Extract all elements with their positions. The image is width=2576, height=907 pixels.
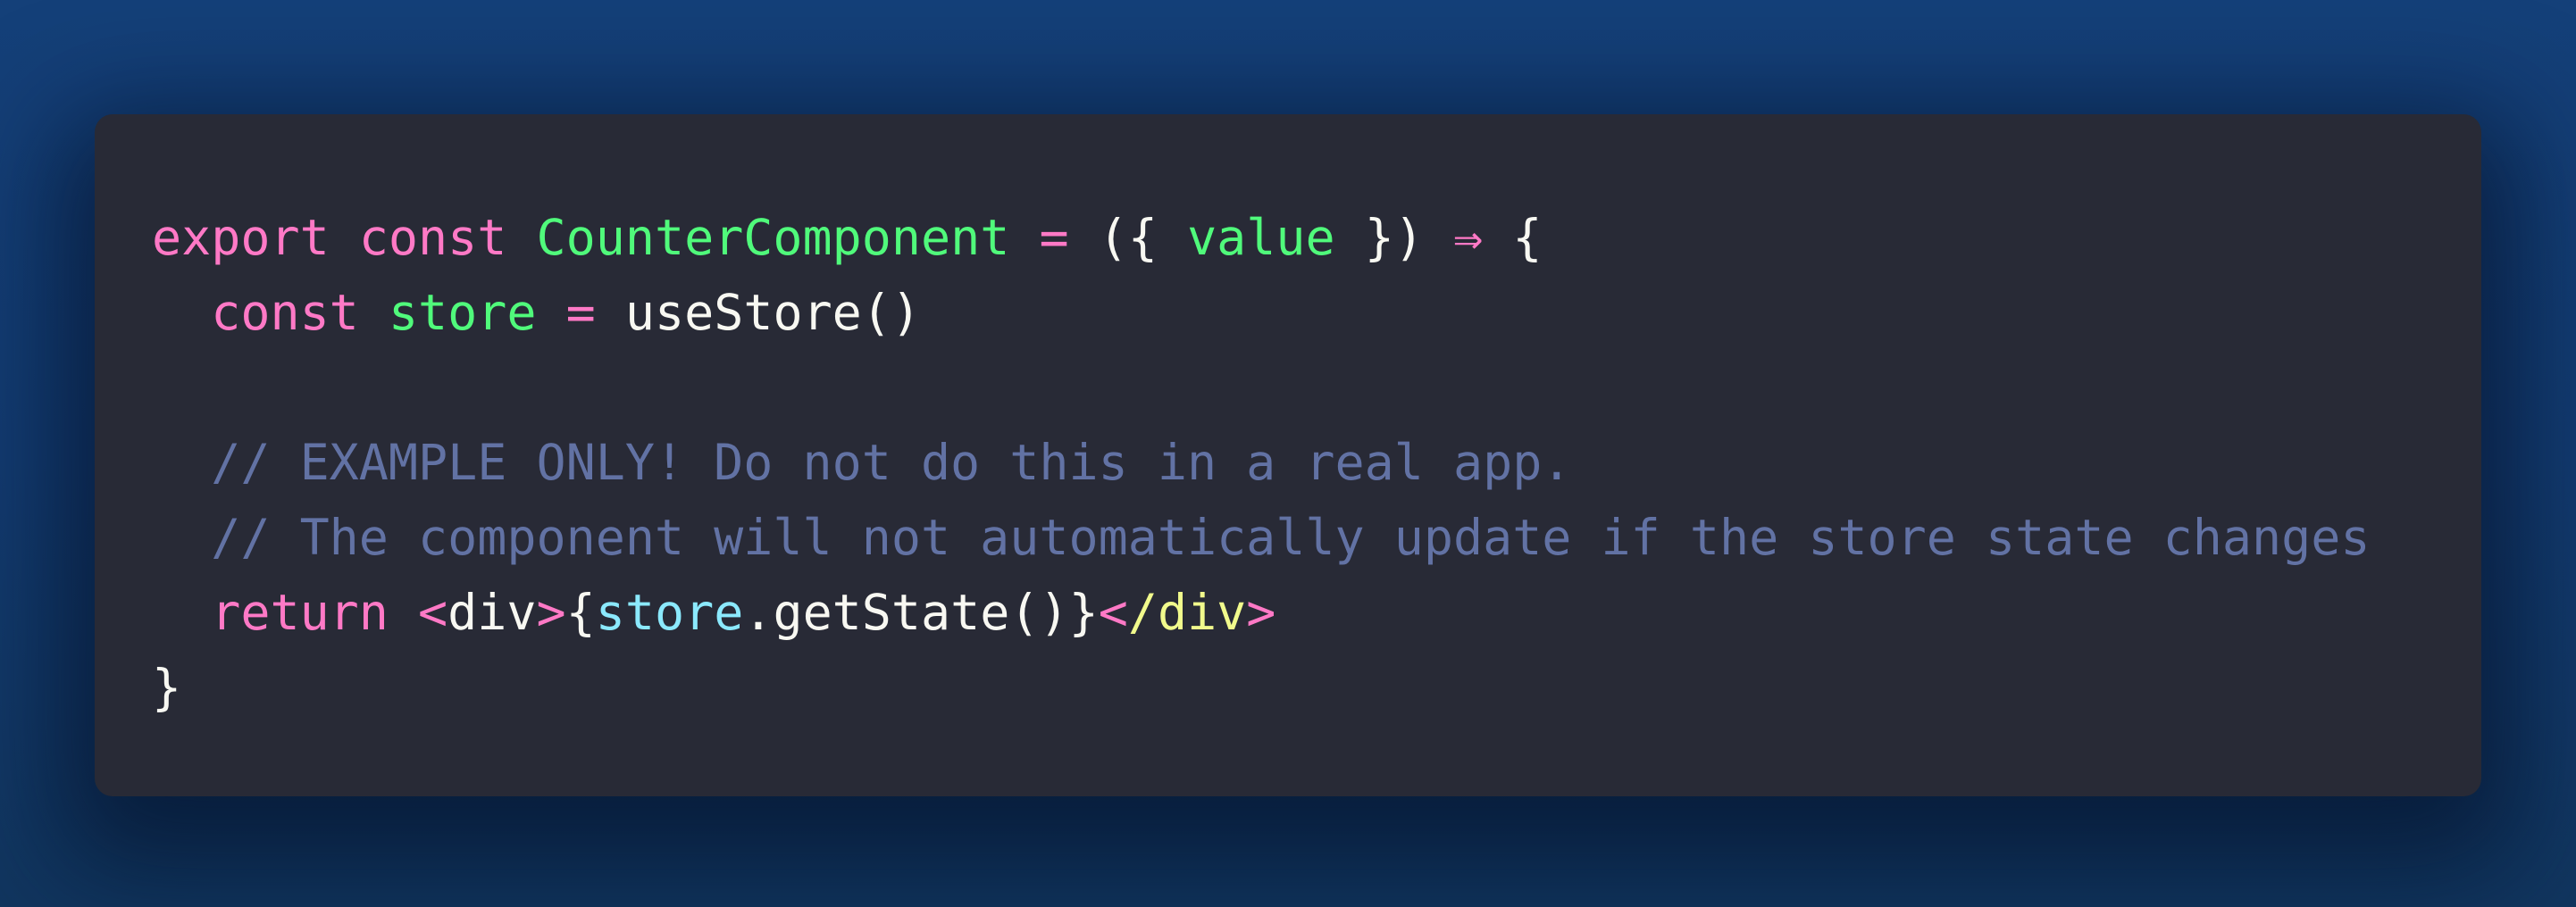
jsx-get-state-call: .getState() (743, 584, 1069, 641)
comment-example-only: // EXAMPLE ONLY! Do not do this in a rea… (211, 434, 1572, 491)
jsx-expr-open: { (565, 584, 596, 641)
variable-store: store (388, 284, 537, 341)
brace-close: } (152, 659, 182, 716)
code-line-6: return <div>{store.getState()}</div> (152, 575, 2481, 650)
comment-component-update: // The component will not automatically … (211, 509, 2371, 566)
jsx-close-gt: > (1246, 584, 1276, 641)
code-block: export const CounterComponent = ({ value… (152, 200, 2481, 725)
jsx-close-lt: < (1098, 584, 1128, 641)
jsx-open-gt: > (536, 584, 566, 641)
code-line-1: export const CounterComponent = ({ value… (152, 200, 2481, 275)
jsx-close-div-tag: /div (1127, 584, 1247, 641)
code-line-2: const store = useStore() (152, 275, 2481, 350)
jsx-expr-close: } (1068, 584, 1099, 641)
paren-close: }) (1364, 209, 1424, 266)
keyword-const: const (211, 284, 359, 341)
jsx-open-lt: < (418, 584, 448, 641)
code-line-7: } (152, 650, 2481, 725)
code-line-4: // EXAMPLE ONLY! Do not do this in a rea… (152, 425, 2481, 500)
assign-operator: = (565, 284, 596, 341)
keyword-return: return (211, 584, 389, 641)
brace-open: { (1512, 209, 1543, 266)
keyword-export: export (152, 209, 330, 266)
code-window: export const CounterComponent = ({ value… (95, 114, 2481, 796)
component-name: CounterComponent (536, 209, 1010, 266)
assign-operator: = (1039, 209, 1069, 266)
use-store-call: useStore() (624, 284, 922, 341)
jsx-div-tag: div (447, 584, 537, 641)
arrow-operator: ⇒ (1453, 209, 1484, 266)
param-value: value (1187, 209, 1335, 266)
paren-open: ({ (1098, 209, 1158, 266)
code-line-5: // The component will not automatically … (152, 500, 2481, 575)
keyword-const: const (358, 209, 507, 266)
jsx-store-ref: store (595, 584, 744, 641)
